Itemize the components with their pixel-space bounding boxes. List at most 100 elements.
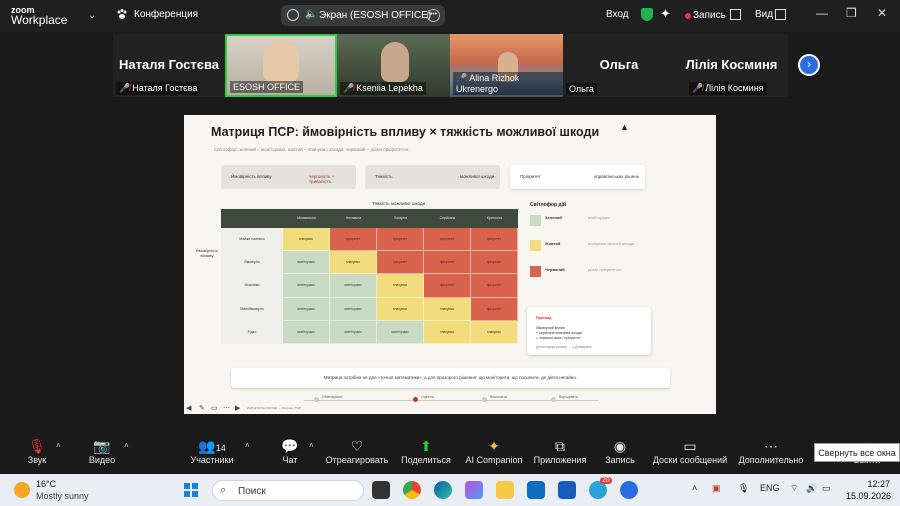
matrix-cell-red: пріоритет (424, 228, 471, 252)
conference-label[interactable]: Конференция (134, 9, 198, 20)
legend-name: Жовтий (545, 241, 561, 246)
matrix-cell-red: пріоритет (424, 251, 471, 275)
record-indicator[interactable]: Запись (693, 10, 726, 21)
security-shield-icon[interactable] (641, 8, 653, 21)
zoom-icon[interactable] (620, 481, 638, 499)
mic-muted-icon: 🎤̸ (343, 83, 355, 93)
view-button[interactable]: Вид (755, 9, 773, 20)
matrix-cell-yellow: плануємо (471, 320, 518, 344)
progress-dot[interactable] (482, 397, 487, 402)
mic-icon[interactable]: 🎙 (738, 483, 749, 494)
more-button[interactable]: ⋯ Дополнительно (738, 437, 804, 465)
pen-icon[interactable]: ✎ (199, 404, 205, 412)
taskbar-search[interactable]: ⌕ Поиск (212, 480, 364, 501)
participants-button[interactable]: 👥14 Участники (188, 437, 236, 465)
audio-label: Звук (27, 455, 47, 465)
show-hidden-icons-chevron-icon[interactable]: ˄ (692, 483, 697, 493)
task-view-icon[interactable] (372, 481, 390, 499)
edge-icon[interactable] (434, 481, 452, 499)
gallery-grid-icon[interactable] (730, 9, 741, 20)
example-line: = червона зона / пріоритет (536, 336, 581, 340)
apps-button[interactable]: ⧉ Приложения (532, 437, 588, 465)
next-page-chevron-icon[interactable]: › (798, 54, 820, 76)
clock[interactable]: 12:27 15.09.2026 (846, 478, 891, 502)
participant-tile[interactable]: Лілія Косминя 🎤̸ Лілія Косминя (675, 34, 788, 97)
participant-tile[interactable]: 🎤̸ Alina Rizhok Ukrenergo (450, 34, 563, 97)
restore-icon[interactable]: ❐ (846, 6, 857, 20)
progress-dot[interactable] (314, 397, 319, 402)
minimize-icon[interactable]: — (816, 6, 828, 20)
matrix-col-header: Помірна (377, 209, 424, 228)
whiteboards-button[interactable]: ▭ Доски сообщений (652, 437, 728, 465)
chrome-icon[interactable] (403, 481, 421, 499)
participant-tile[interactable]: Наталя Гостєва 🎤̸ Наталя Гостєва (113, 34, 225, 97)
chat-button[interactable]: 💬 Чат (278, 437, 302, 465)
prev-slide-icon[interactable]: ◀ (186, 404, 191, 412)
legend-desc: моніторимо (588, 215, 610, 220)
time: 12:27 (867, 479, 890, 489)
participant-tile[interactable]: 🎤̸ Kseniia Lepekha (337, 34, 450, 97)
matrix-cell-red: пріоритет (424, 274, 471, 298)
card-label: Ймовірність впливу (231, 174, 272, 179)
antivirus-icon[interactable]: ▣ (712, 483, 721, 494)
close-icon[interactable]: ✕ (877, 6, 887, 20)
chevron-down-icon[interactable]: ⌄ (88, 10, 96, 21)
windows-start-icon[interactable] (184, 483, 198, 497)
chat-caret-icon[interactable]: ˄ (309, 441, 314, 450)
record-button[interactable]: ◉ Запись (603, 437, 637, 465)
participant-tile[interactable]: Ольга Ольга (563, 34, 675, 97)
video-button[interactable]: 📷 Видео (85, 437, 119, 465)
more-icon[interactable]: ⋯ (223, 404, 230, 412)
participants-label: Участники (190, 455, 234, 465)
audio-options-caret-icon[interactable]: ˄ (56, 441, 61, 450)
legend-swatch-green (530, 215, 541, 226)
ai-sparkle-icon[interactable]: ✦ (660, 6, 671, 22)
apps-label: Приложения (533, 455, 587, 465)
captions-icon[interactable]: ▭ (211, 404, 218, 412)
info-card: Пріоритет управлінських рішень (510, 165, 645, 189)
speaker-icon[interactable]: 🔈 (305, 9, 317, 20)
search-icon: ⌕ (220, 484, 227, 496)
participant-tile-active-speaker[interactable]: ESOSH OFFICE (225, 34, 337, 97)
volume-icon[interactable]: 🔊 (806, 483, 817, 494)
next-slide-icon[interactable]: ▶ (235, 404, 240, 412)
outlook-icon[interactable] (527, 481, 545, 499)
more-options-icon[interactable]: ••• (427, 9, 440, 22)
weather-temp[interactable]: 16°C (36, 479, 56, 489)
react-button[interactable]: ♡ Отреагировать (324, 437, 390, 465)
apps-icon: ⧉ (555, 438, 565, 454)
ai-companion-button[interactable]: ✦ AI Companion (465, 437, 523, 465)
progress-dot[interactable] (551, 397, 556, 402)
step-label: Визначати (490, 395, 507, 399)
video-options-caret-icon[interactable]: ˄ (124, 441, 129, 450)
participant-name: Лілія Косминя (705, 83, 764, 93)
weather-sun-icon[interactable] (14, 482, 30, 498)
weather-desc[interactable]: Mostly sunny (36, 491, 89, 501)
audio-button[interactable]: 🎙 Звук (22, 437, 52, 465)
matrix-col-header: Критична (471, 209, 518, 228)
windows-taskbar: 16°C Mostly sunny ⌕ Поиск 20 ˄ ▣ 🎙 ENG ⌔… (0, 474, 900, 506)
file-explorer-icon[interactable] (496, 481, 514, 499)
slide-subtitle: Світлофор: зелений – моніторимо, жовтий … (214, 147, 410, 152)
view-grid-icon[interactable] (775, 9, 786, 20)
paw-icon (117, 9, 127, 19)
language-indicator[interactable]: ENG (760, 483, 780, 493)
matrix-cell-red: пріоритет (377, 228, 424, 252)
share-button[interactable]: ⬆ Поделиться (400, 437, 452, 465)
participant-label: Ольга (566, 83, 597, 95)
share-label: Поделиться (401, 455, 451, 465)
battery-icon[interactable]: ▭ (822, 483, 831, 494)
progress-dot-active[interactable] (413, 397, 418, 402)
screen-share-pill[interactable]: 🔈 Экран (ESOSH OFFICE) ••• (281, 5, 445, 26)
wifi-icon[interactable]: ⌔ (790, 483, 798, 494)
login-button[interactable]: Вход (606, 9, 629, 20)
ai-label: AI Companion (465, 455, 523, 465)
word-icon[interactable] (558, 481, 576, 499)
zoom-logo: zoom Workplace (11, 5, 67, 26)
participant-video (263, 40, 299, 84)
participants-caret-icon[interactable]: ˄ (245, 441, 250, 450)
participant-label: 🎤̸ Наталя Гостєва (116, 82, 201, 95)
example-note: Деталізація шкоди → у Довіднику (536, 345, 592, 349)
step-label: Оцінити (421, 395, 434, 399)
copilot-icon[interactable] (465, 481, 483, 499)
